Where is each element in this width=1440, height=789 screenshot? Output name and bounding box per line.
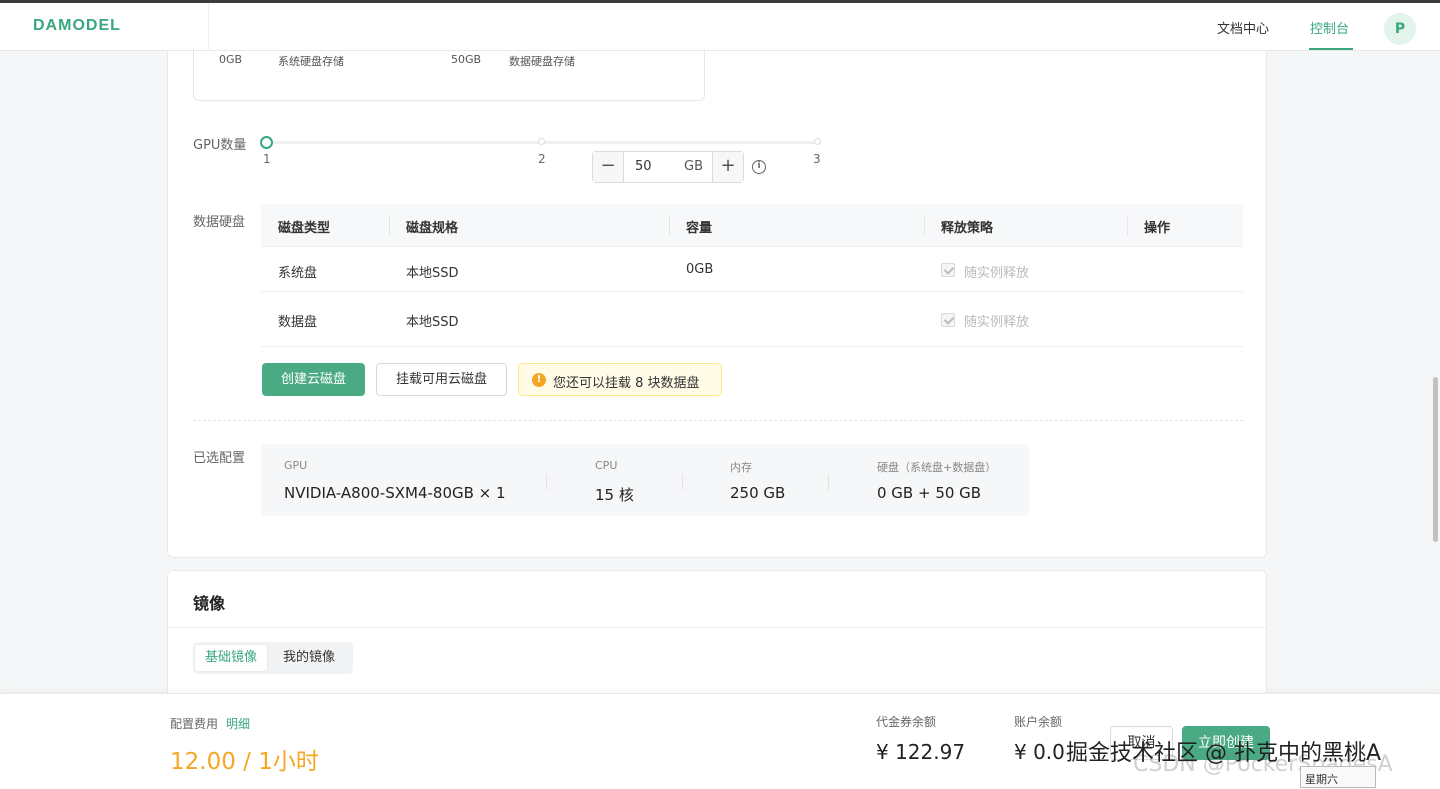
column-header-release: 释放策略 — [941, 221, 994, 236]
release-policy-label: 随实例释放 — [964, 315, 1030, 330]
voucher-balance-value: ¥ 122.97 — [876, 740, 966, 764]
column-divider — [924, 215, 925, 235]
column-header-capacity: 容量 — [686, 221, 713, 236]
logo-divider — [208, 3, 209, 51]
system-storage-label: 系统硬盘存储 — [278, 55, 344, 68]
tab-base-image[interactable]: 基础镜像 — [195, 645, 268, 671]
data-storage-value: 50GB — [451, 53, 482, 66]
section-divider — [193, 420, 1243, 421]
info-icon[interactable]: i — [752, 160, 766, 174]
top-navbar: DAMODEL 文档中心 控制台 P — [0, 3, 1440, 51]
release-policy-label: 随实例释放 — [964, 266, 1030, 281]
summary-value-disk: 0 GB + 50 GB — [877, 484, 982, 502]
slider-step-2[interactable] — [538, 138, 545, 145]
column-divider — [669, 215, 670, 235]
gpu-count-label: GPU数量 — [193, 138, 247, 153]
summary-divider — [682, 474, 683, 490]
disk-capacity-stepper[interactable]: − 50 GB + — [592, 151, 744, 183]
instance-config-card: 0GB 系统硬盘存储 50GB 数据硬盘存储 GPU数量 1 2 3 数据硬盘 … — [167, 49, 1267, 558]
order-footer-bar: 配置费用 明细 12.00 / 1小时 代金券余额 ¥ 122.97 账户余额 … — [0, 693, 1440, 789]
summary-value-gpu: NVIDIA-A800-SXM4-80GB × 1 — [284, 484, 506, 502]
brand-logo[interactable]: DAMODEL — [33, 17, 121, 35]
disk-type: 数据盘 — [278, 315, 318, 330]
gpu-count-slider-handle[interactable] — [260, 136, 273, 149]
capacity-input[interactable]: 50 — [635, 159, 652, 174]
release-with-instance-checkbox — [941, 263, 955, 277]
data-disk-label: 数据硬盘 — [193, 215, 246, 230]
voucher-balance-label: 代金券余额 — [876, 715, 937, 729]
nav-docs-link[interactable]: 文档中心 — [1217, 18, 1269, 37]
page-scrollbar[interactable] — [1433, 377, 1438, 542]
create-cloud-disk-button[interactable]: 创建云磁盘 — [262, 363, 365, 396]
capacity-unit: GB — [684, 159, 703, 174]
image-section-title: 镜像 — [193, 594, 226, 613]
system-storage-value: 0GB — [219, 53, 243, 66]
account-balance-label: 账户余额 — [1014, 715, 1063, 729]
nav-active-indicator — [1309, 48, 1353, 50]
column-header-spec: 磁盘规格 — [406, 221, 459, 236]
image-section-card: 镜像 基础镜像 我的镜像 — [167, 570, 1267, 710]
summary-key-memory: 内存 — [730, 461, 752, 474]
disk-spec: 本地SSD — [406, 315, 459, 330]
column-header-action: 操作 — [1144, 221, 1171, 236]
date-tooltip: 星期六 — [1300, 766, 1376, 788]
disk-type: 系统盘 — [278, 266, 318, 281]
summary-value-cpu: 15 核 — [595, 486, 634, 504]
user-avatar[interactable]: P — [1384, 13, 1416, 45]
warning-icon: ! — [532, 373, 546, 387]
slider-mark-1: 1 — [263, 152, 271, 166]
nav-console-link[interactable]: 控制台 — [1310, 18, 1349, 37]
slider-mark-3: 3 — [813, 152, 821, 166]
disk-spec: 本地SSD — [406, 266, 459, 281]
mount-cloud-disk-button[interactable]: 挂载可用云磁盘 — [376, 363, 507, 396]
release-with-instance-checkbox — [941, 313, 955, 327]
summary-key-cpu: CPU — [595, 459, 618, 472]
account-balance-value: ¥ 0.0 — [1014, 740, 1065, 764]
fee-label: 配置费用 — [170, 717, 219, 731]
fee-detail-link[interactable]: 明细 — [226, 715, 250, 732]
fee-price: 12.00 / 1小时 — [170, 749, 319, 775]
column-header-type: 磁盘类型 — [278, 221, 331, 236]
summary-value-memory: 250 GB — [730, 484, 786, 502]
summary-key-disk: 硬盘（系统盘+数据盘） — [877, 461, 997, 474]
data-storage-label: 数据硬盘存储 — [509, 55, 575, 68]
column-divider — [389, 215, 390, 235]
column-divider — [1127, 215, 1128, 235]
table-row: 数据盘 本地SSD 随实例释放 — [261, 292, 1243, 347]
slider-mark-2: 2 — [538, 152, 546, 166]
storage-summary-box: 0GB 系统硬盘存储 50GB 数据硬盘存储 — [193, 49, 705, 101]
section-divider — [168, 627, 1266, 628]
disk-table-header: 磁盘类型 磁盘规格 容量 释放策略 操作 — [261, 204, 1243, 247]
summary-divider — [546, 474, 547, 490]
summary-divider — [828, 474, 829, 490]
disk-capacity: 0GB — [686, 262, 714, 277]
decrease-button[interactable]: − — [593, 152, 624, 182]
summary-key-gpu: GPU — [284, 459, 308, 472]
increase-button[interactable]: + — [712, 152, 743, 182]
tab-my-image[interactable]: 我的镜像 — [273, 645, 345, 671]
notice-text: 您还可以挂载 8 块数据盘 — [553, 376, 700, 391]
image-type-tabs: 基础镜像 我的镜像 — [193, 642, 353, 674]
disk-limit-notice: ! 您还可以挂载 8 块数据盘 — [518, 363, 722, 396]
selected-config-label: 已选配置 — [193, 451, 246, 466]
selected-config-summary: GPU NVIDIA-A800-SXM4-80GB × 1 CPU 15 核 内… — [261, 444, 1029, 516]
slider-step-3[interactable] — [814, 138, 821, 145]
table-row: 系统盘 本地SSD 0GB 随实例释放 — [261, 247, 1243, 292]
juejin-watermark: 掘金技术社区 @ 扑克中的黑桃A — [1066, 741, 1382, 766]
